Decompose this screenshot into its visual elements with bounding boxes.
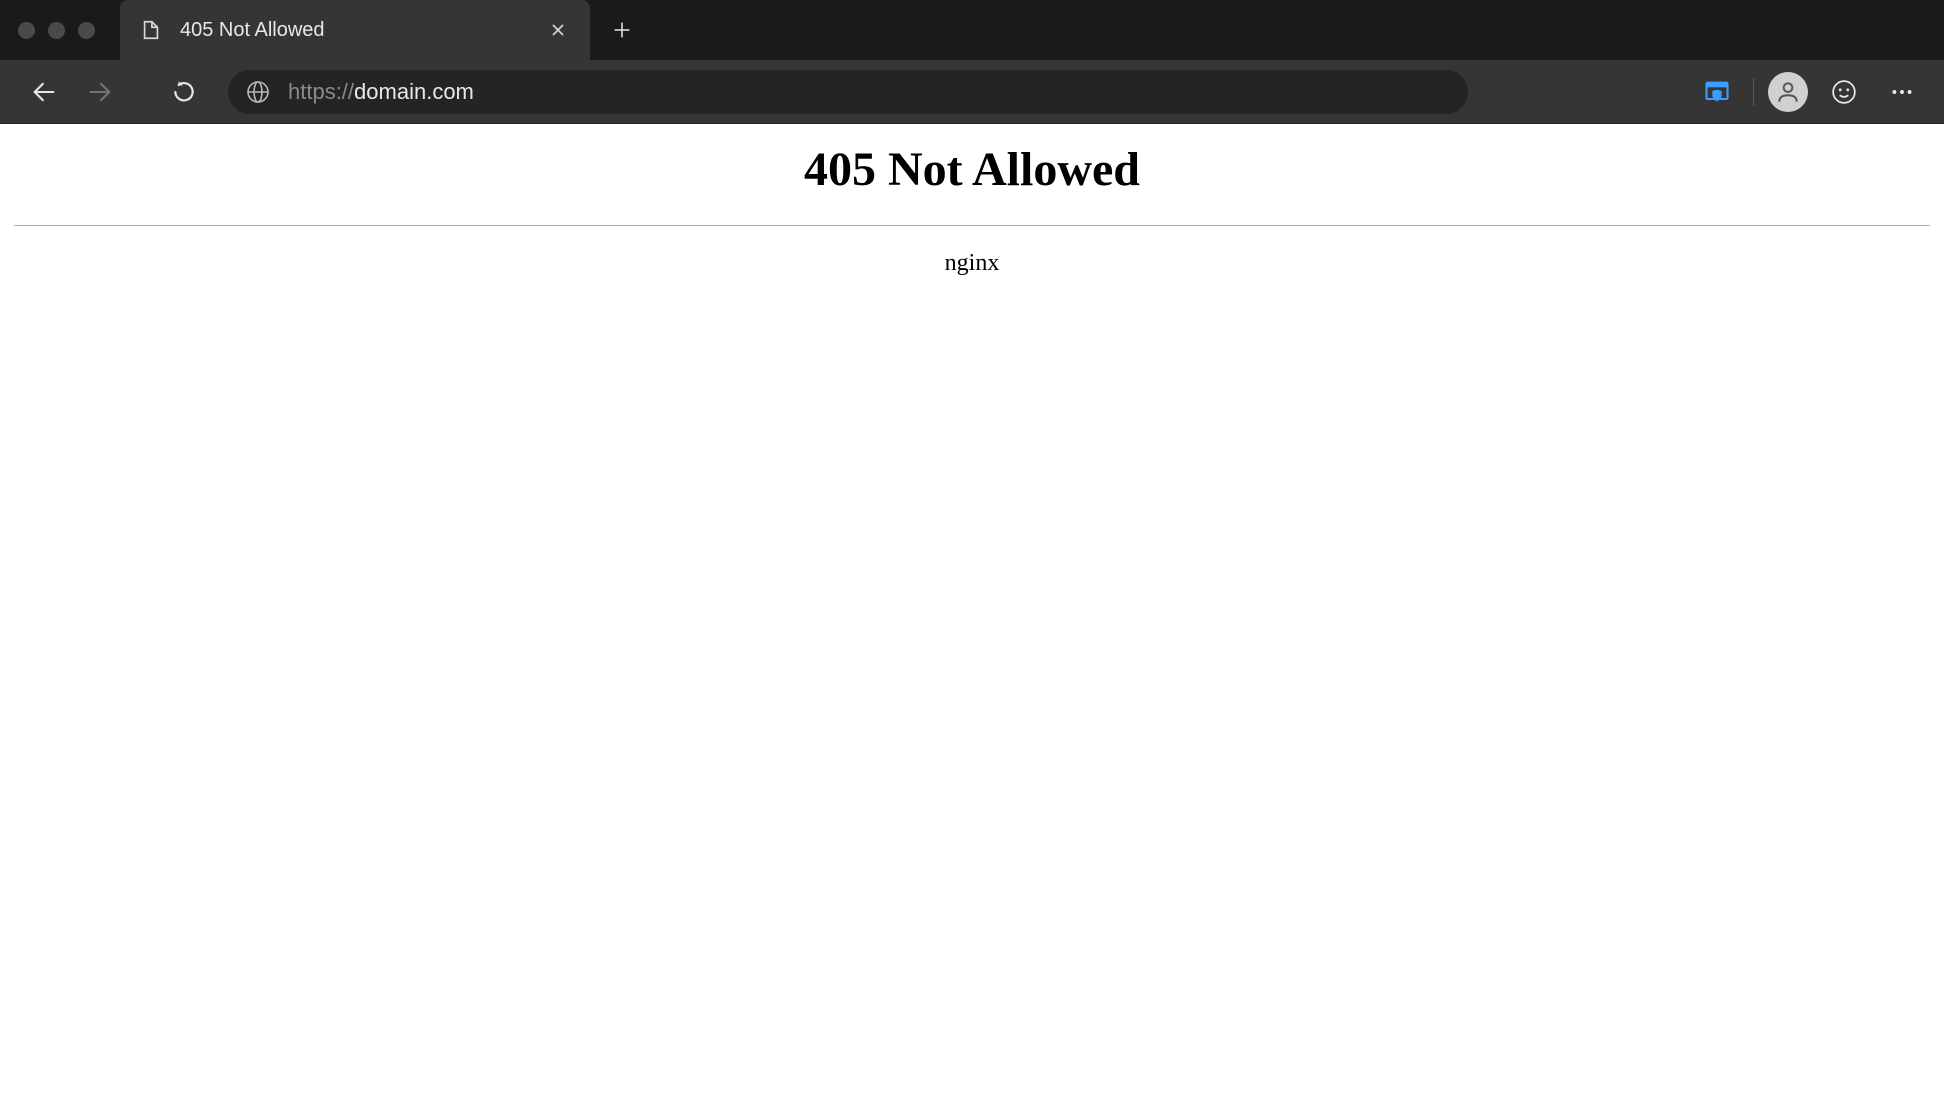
address-bar[interactable]: https://domain.com xyxy=(228,70,1468,114)
reload-button[interactable] xyxy=(160,68,208,116)
back-button[interactable] xyxy=(20,68,68,116)
window-maximize-button[interactable] xyxy=(78,22,95,39)
toolbar-right xyxy=(1695,70,1924,114)
tab-close-button[interactable] xyxy=(546,18,570,42)
globe-icon xyxy=(246,80,270,104)
settings-menu-button[interactable] xyxy=(1880,70,1924,114)
server-name: nginx xyxy=(10,250,1934,277)
page-icon xyxy=(140,19,162,41)
toolbar: https://domain.com xyxy=(0,60,1944,124)
browser-tab[interactable]: 405 Not Allowed xyxy=(120,0,590,60)
feedback-button[interactable] xyxy=(1822,70,1866,114)
window-close-button[interactable] xyxy=(18,22,35,39)
new-tab-button[interactable] xyxy=(598,6,646,54)
divider-rule xyxy=(14,225,1930,226)
error-heading: 405 Not Allowed xyxy=(10,142,1934,197)
toolbar-divider xyxy=(1753,78,1754,106)
tracking-prevention-button[interactable] xyxy=(1695,70,1739,114)
profile-button[interactable] xyxy=(1768,72,1808,112)
titlebar: 405 Not Allowed xyxy=(0,0,1944,60)
window-minimize-button[interactable] xyxy=(48,22,65,39)
page-content: 405 Not Allowed nginx xyxy=(0,124,1944,1114)
tab-title: 405 Not Allowed xyxy=(180,19,546,42)
url-domain: domain.com xyxy=(354,79,474,104)
forward-button[interactable] xyxy=(76,68,124,116)
url-protocol: https:// xyxy=(288,79,354,104)
window-controls xyxy=(18,22,95,39)
address-text: https://domain.com xyxy=(288,79,1450,105)
